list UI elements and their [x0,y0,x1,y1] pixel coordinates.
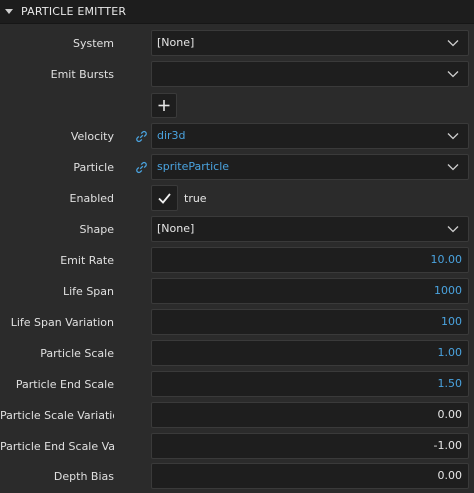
emit-rate-input[interactable]: 10.00 [151,247,469,273]
life-span-value: 1000 [434,284,462,297]
life-span-input[interactable]: 1000 [151,278,469,304]
life-span-variation-label: Life Span Variation [10,316,114,329]
row-particle-end-scale-variation: Particle End Scale Va... -1.00 [0,431,474,462]
life-span-variation-value: 100 [441,315,462,328]
row-particle-end-scale: Particle End Scale 1.50 [0,369,474,400]
enabled-label: Enabled [69,192,114,205]
row-depth-bias: Depth Bias 0.00 [0,461,474,492]
particle-emitter-panel: PARTICLE EMITTER System [None] Emit Burs… [0,0,474,493]
particle-end-scale-variation-label: Particle End Scale Va... [0,440,114,453]
particle-scale-value: 1.00 [437,346,463,359]
row-particle: Particle spriteParticle [0,152,474,183]
particle-end-scale-input[interactable]: 1.50 [151,371,469,397]
particle-scale-label: Particle Scale [40,347,114,360]
row-add-burst [0,90,474,121]
row-particle-scale: Particle Scale 1.00 [0,338,474,369]
particle-scale-variation-value: 0.00 [437,408,463,421]
particle-label: Particle [73,161,114,174]
particle-scale-input[interactable]: 1.00 [151,340,469,366]
velocity-value: dir3d [157,129,186,142]
velocity-label: Velocity [70,130,114,143]
emit-bursts-label: Emit Bursts [50,68,114,81]
link-icon[interactable] [135,161,148,174]
row-shape: Shape [None] [0,214,474,245]
shape-dropdown[interactable]: [None] [151,216,469,242]
add-burst-button[interactable] [151,93,177,118]
row-emit-bursts: Emit Bursts [0,59,474,90]
system-value: [None] [157,36,195,49]
chevron-down-icon [447,133,459,140]
emit-bursts-dropdown[interactable] [151,61,469,87]
row-emit-rate: Emit Rate 10.00 [0,245,474,276]
enabled-value: true [184,192,207,205]
particle-scale-variation-label: Particle Scale Variation [0,409,114,422]
velocity-dropdown[interactable]: dir3d [151,123,469,149]
panel-header[interactable]: PARTICLE EMITTER [0,0,474,24]
particle-scale-variation-input[interactable]: 0.00 [151,402,469,428]
depth-bias-value: 0.00 [437,469,463,482]
chevron-down-icon [447,71,459,78]
row-particle-scale-variation: Particle Scale Variation 0.00 [0,400,474,431]
shape-value: [None] [157,222,195,235]
row-life-span: Life Span 1000 [0,276,474,307]
emit-rate-value: 10.00 [430,253,463,266]
caret-down-icon[interactable] [5,9,13,14]
plus-icon [158,100,170,111]
depth-bias-label: Depth Bias [53,470,114,483]
chevron-down-icon [447,164,459,171]
row-life-span-variation: Life Span Variation 100 [0,307,474,338]
particle-dropdown[interactable]: spriteParticle [151,154,469,180]
row-system: System [None] [0,28,474,59]
panel-title: PARTICLE EMITTER [21,5,127,18]
particle-value: spriteParticle [157,160,230,173]
particle-end-scale-label: Particle End Scale [15,378,114,391]
system-dropdown[interactable]: [None] [151,30,469,56]
particle-end-scale-variation-value: -1.00 [433,439,462,452]
shape-label: Shape [79,223,114,236]
life-span-label: Life Span [63,285,114,298]
system-label: System [72,37,114,50]
life-span-variation-input[interactable]: 100 [151,309,469,335]
chevron-down-icon [447,226,459,233]
checkmark-icon [158,193,171,204]
emit-rate-label: Emit Rate [60,254,114,267]
row-enabled: Enabled true [0,183,474,214]
enabled-checkbox[interactable] [151,185,178,211]
row-velocity: Velocity dir3d [0,121,474,152]
particle-end-scale-variation-input[interactable]: -1.00 [151,433,469,459]
particle-end-scale-value: 1.50 [437,377,463,390]
depth-bias-input[interactable]: 0.00 [151,463,469,489]
link-icon[interactable] [135,130,148,143]
chevron-down-icon [447,40,459,47]
